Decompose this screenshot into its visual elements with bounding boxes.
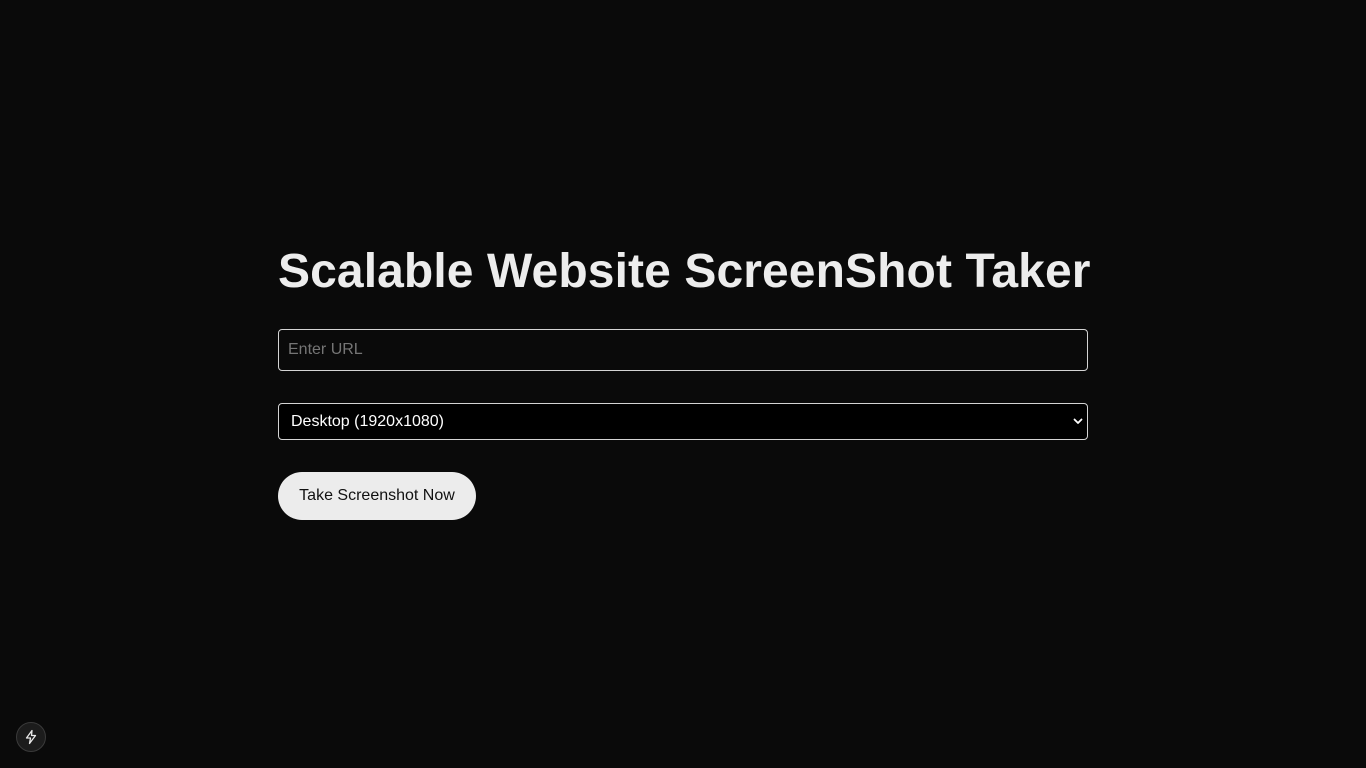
lightning-bolt-icon (25, 729, 37, 745)
url-input[interactable] (278, 329, 1088, 371)
take-screenshot-button[interactable]: Take Screenshot Now (278, 472, 476, 520)
screenshot-form-container: Scalable Website ScreenShot Taker Deskto… (278, 244, 1091, 520)
device-select[interactable]: Desktop (1920x1080) (278, 403, 1088, 440)
page-title: Scalable Website ScreenShot Taker (278, 245, 1091, 298)
dev-tools-button[interactable] (16, 722, 46, 752)
page: Scalable Website ScreenShot Taker Deskto… (0, 0, 1366, 768)
device-select-wrapper: Desktop (1920x1080) (278, 403, 1088, 440)
